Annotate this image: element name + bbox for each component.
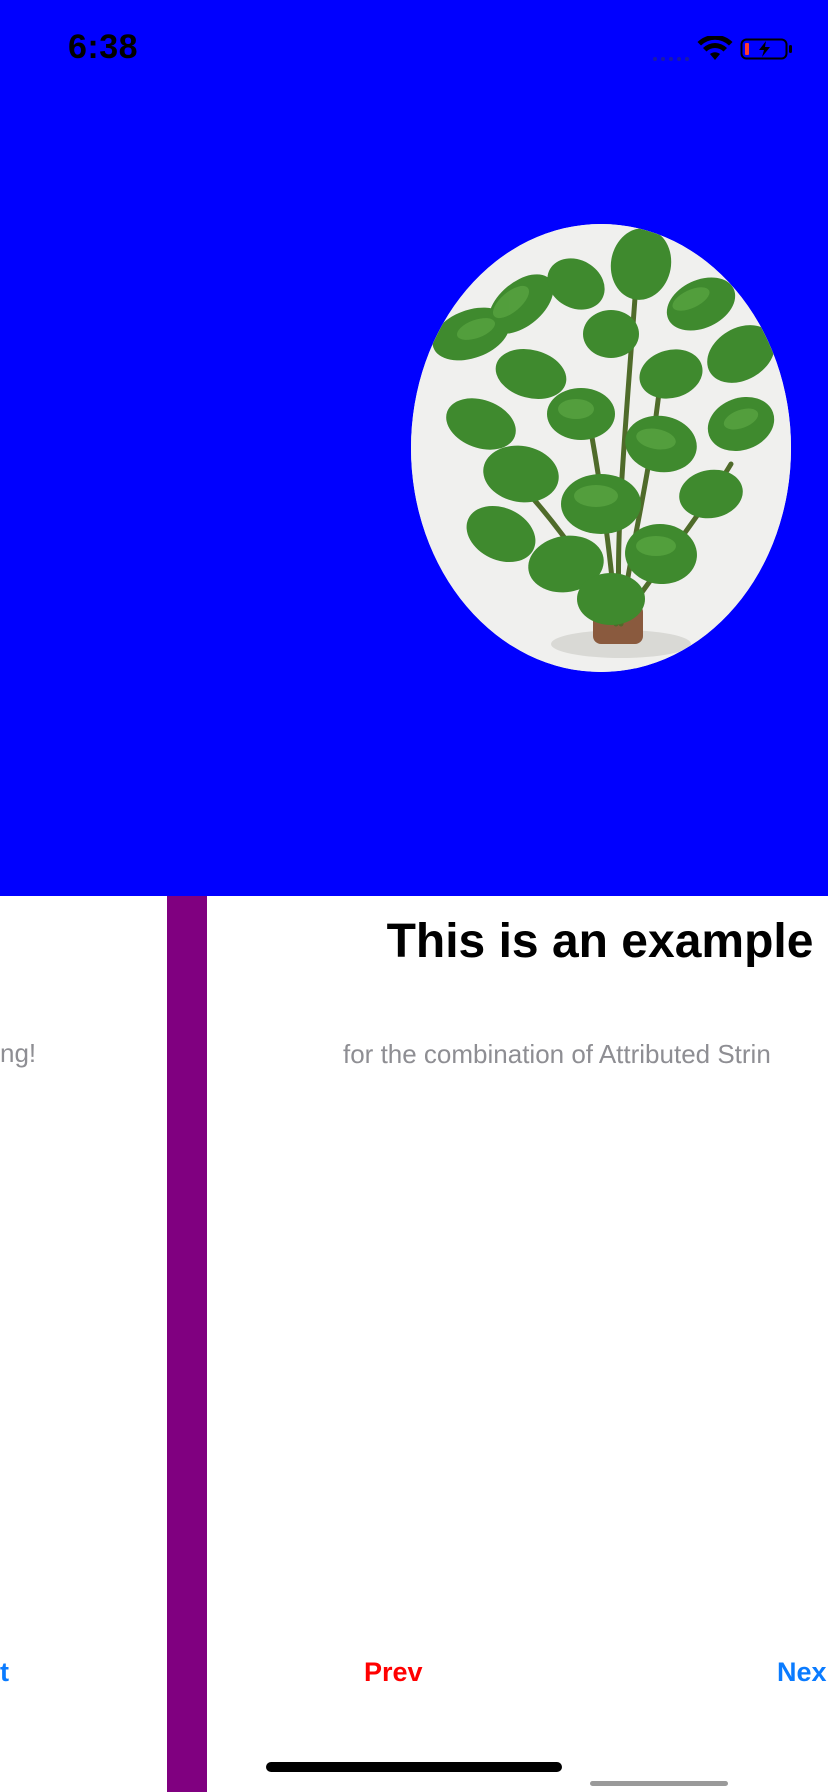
prev-button[interactable]: Prev	[364, 1657, 423, 1688]
plant-photo	[411, 224, 791, 672]
next-button[interactable]: Nex	[777, 1657, 827, 1688]
page-title: This is an example	[386, 915, 814, 968]
hero-header: 6:38	[0, 0, 828, 896]
page-subtitle: for the combination of Attributed Strin	[343, 1039, 771, 1069]
signal-icon	[653, 57, 689, 61]
previous-page-subtitle: ng!	[0, 1038, 37, 1068]
status-bar: 6:38	[0, 0, 828, 100]
previous-page-next-button[interactable]: t	[0, 1657, 9, 1688]
page-divider	[167, 896, 207, 1792]
current-page: This is an example for the combination o…	[207, 896, 828, 1792]
battery-charging-icon	[740, 38, 792, 60]
home-indicator[interactable]	[266, 1762, 562, 1772]
previous-page: ng! t	[0, 896, 167, 1792]
wifi-icon	[697, 36, 733, 60]
scroll-indicator	[590, 1781, 728, 1786]
status-time: 6:38	[68, 28, 139, 66]
onboarding-screen: 6:38 ng! t This is an example for the co…	[0, 0, 828, 1792]
